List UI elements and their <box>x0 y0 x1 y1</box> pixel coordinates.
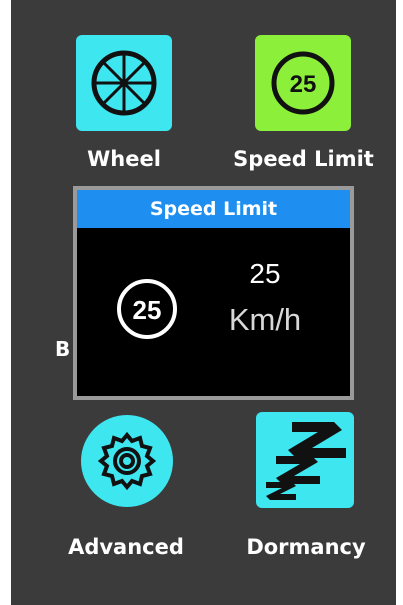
dialog-title: Speed Limit <box>77 190 350 228</box>
speed-limit-icon-text: 25 <box>290 71 317 98</box>
obscured-label: B <box>55 337 71 361</box>
speed-limit-sign-icon: 25 <box>117 279 177 339</box>
speed-limit-dialog: Speed Limit 25 25 Km/h <box>73 186 354 400</box>
advanced-tile[interactable] <box>81 415 173 507</box>
speed-limit-icon: 25 <box>271 51 335 115</box>
speed-limit-unit: Km/h <box>228 302 302 337</box>
wheel-icon <box>91 50 157 116</box>
wheel-tile[interactable] <box>76 35 172 131</box>
dialog-body: 25 25 Km/h <box>77 228 350 396</box>
speed-limit-tile[interactable]: 25 <box>255 35 351 131</box>
dormancy-tile[interactable] <box>256 412 354 508</box>
gear-icon <box>97 431 157 491</box>
speed-limit-sign-text: 25 <box>133 295 162 325</box>
wheel-label: Wheel <box>87 147 161 171</box>
speed-limit-value[interactable]: 25 <box>225 258 305 290</box>
dormancy-label: Dormancy <box>246 535 366 559</box>
advanced-label: Advanced <box>68 535 184 559</box>
speed-limit-label: Speed Limit <box>233 147 374 171</box>
zzz-icon <box>266 422 346 500</box>
